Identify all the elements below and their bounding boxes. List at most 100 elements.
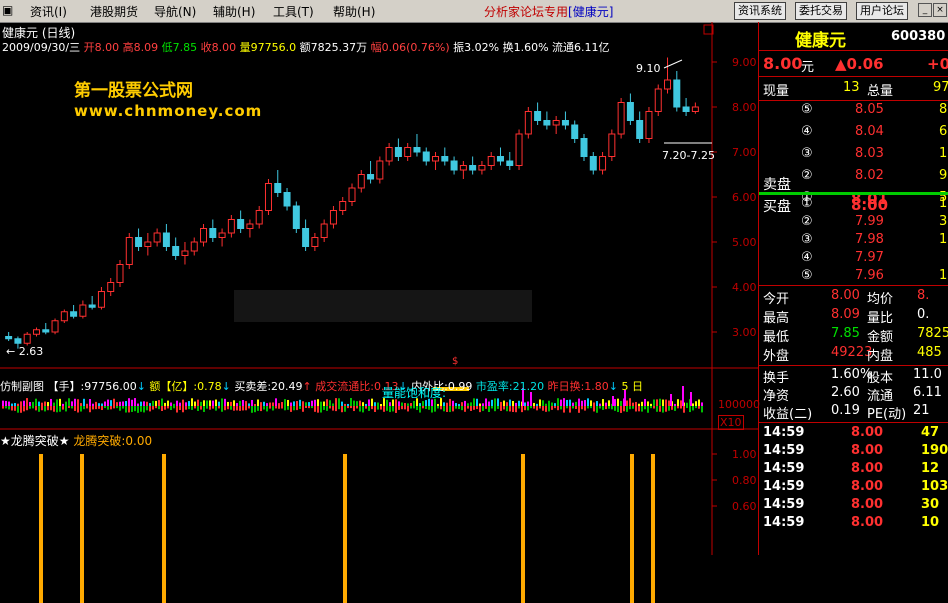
forum-button[interactable]: 用户论坛 [856,2,908,20]
low-value: 2.63 [19,345,44,358]
volume-bar [470,406,472,411]
tick-row[interactable]: 14:59 8.00 103 [759,479,948,497]
panel2-header: 仿制副图 【手】:97756.00↓ 额【亿】:0.78↓ 买卖差:20.49↑… [0,380,644,393]
volume-bar [20,406,22,413]
volume-bar [134,406,136,412]
volume-bar [293,401,295,406]
volume-bar [632,402,634,406]
volume-bar [602,399,604,406]
volume-bar [230,406,232,410]
sell-level-row[interactable]: ③8.0310 [759,146,948,164]
menu-help[interactable]: 帮助(H) [333,3,375,20]
chart-area[interactable]: 健康元 (日线) 2009/09/30/三 开8.00 高8.09 低7.85 … [0,22,760,603]
volume-bar [674,406,676,411]
volume-bar [596,401,598,406]
volume-bar [329,406,331,409]
volume-bar [371,406,373,410]
volume-bar [698,406,700,409]
volume-bar [176,406,178,413]
menu-navigate[interactable]: 导航(N) [154,3,196,20]
volume-bar [647,401,649,406]
tick-row[interactable]: 14:59 8.00 190 [759,443,948,461]
volume-bar [170,402,172,406]
menu-hk-futures[interactable]: 港股期货 [90,3,138,20]
bid-ask-divider [759,192,948,195]
volume-bar [68,406,70,409]
signal-line [521,454,525,603]
tick-row[interactable]: 14:59 8.00 47 [759,425,948,443]
trade-button[interactable]: 委托交易 [795,2,847,20]
panel2-x10[interactable]: X10 [718,415,744,430]
stock-name: 健康元 [795,31,846,51]
volume-bar [269,402,271,406]
volume-bar [62,403,64,406]
volume-bar [323,401,325,406]
volume-bar [311,406,313,409]
volume-bar [641,401,643,406]
volume-bar [308,402,310,406]
buy-level-row[interactable]: ② 7.99 3 [759,214,948,232]
volume-bar [266,403,268,406]
volume-bar [683,406,685,413]
volume-bar [74,406,76,411]
volume-bar [74,398,76,406]
panel2-tick: 100000 [718,398,760,411]
volume-bar [467,406,469,409]
candle-body [673,79,681,108]
minimize-icon[interactable]: _ [918,3,932,17]
volume-bar [272,406,274,411]
tick-row[interactable]: 14:59 8.00 10 [759,515,948,533]
volume-bar [626,400,628,406]
volume-bar [47,406,49,411]
volume-bar [344,406,346,412]
volume-bar [2,406,4,409]
high-arrow-icon [663,59,683,69]
volume-bar-tall [612,396,614,406]
volume-bar [317,399,319,406]
volume-bar [173,406,175,409]
current-price: 8.00 [763,54,803,73]
buy-level-row[interactable]: ④ 7.97 [759,250,948,268]
candle-body [580,138,588,157]
blank-block [703,555,948,603]
buy-level-row[interactable]: ⑤ 7.96 1 [759,268,948,286]
volume-bar [680,400,682,406]
buy-level-row[interactable]: ③ 7.98 1 [759,232,948,250]
menu-assist[interactable]: 辅助(H) [213,3,255,20]
tick-row[interactable]: 14:59 8.00 12 [759,461,948,479]
volume-bar [587,398,589,406]
volume-bar [275,406,277,409]
close-icon[interactable]: × [933,3,947,17]
volume-bar [230,401,232,406]
volume-bar [617,398,619,406]
menu-tools[interactable]: 工具(T) [273,3,314,20]
volume-bar [164,402,166,406]
volume-bar [587,406,589,409]
sell-level-row[interactable]: ⑤ 8.05 8 [759,102,948,120]
buy-level-row[interactable]: ① 8.00 1 [759,196,948,214]
volume-bar [314,399,316,406]
candle-body [339,201,347,211]
volume-bar [554,403,556,406]
candle-body [506,160,514,166]
volume-bar [557,398,559,406]
candle-body [172,246,180,256]
signal-line [343,454,347,603]
quote-panel: 健康元 600380 8.00 元 ▲0.06 +0. 现量 13 总量 977… [703,22,948,603]
menu-info[interactable]: 资讯(I) [30,3,67,20]
volume-bar [110,400,112,406]
tick-row[interactable]: 14:59 8.00 30 [759,497,948,515]
info-system-button[interactable]: 资讯系统 [734,2,786,20]
volume-bar [350,398,352,406]
candle-body [561,120,569,126]
volume-bar [632,406,634,409]
sell-level-row[interactable]: ④ 8.04 6 [759,124,948,142]
volume-bar [500,401,502,406]
volume-bar [533,406,535,409]
app-logo-icon[interactable]: ▣ [2,3,13,17]
volume-bar [656,399,658,406]
volume-bar [566,406,568,409]
volume-bar [185,402,187,406]
volume-bar [191,406,193,410]
volume-bar [359,400,361,406]
